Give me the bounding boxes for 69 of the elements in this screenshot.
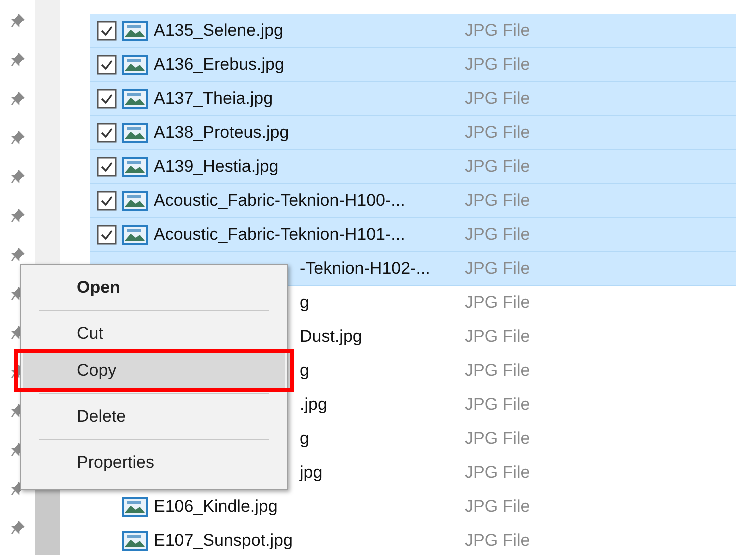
file-name[interactable]: g	[300, 292, 465, 312]
image-file-icon	[122, 54, 148, 74]
file-name[interactable]: E107_Sunspot.jpg	[154, 530, 465, 550]
file-name[interactable]: jpg	[300, 462, 465, 482]
checkbox[interactable]	[97, 190, 117, 210]
checkbox[interactable]	[97, 122, 117, 142]
file-type: JPG File	[465, 428, 530, 448]
file-type: JPG File	[465, 326, 530, 346]
image-file-icon	[122, 190, 148, 210]
menu-item[interactable]: Delete	[23, 398, 285, 435]
file-type: JPG File	[465, 496, 530, 516]
file-row[interactable]: E106_Kindle.jpg JPG File	[90, 490, 736, 524]
file-name[interactable]: g	[300, 360, 465, 380]
selected-row-highlight[interactable]: A139_Hestia.jpg JPG File	[90, 150, 736, 184]
checkbox[interactable]	[97, 20, 117, 40]
pin-icon[interactable]	[10, 248, 24, 262]
file-name[interactable]: Acoustic_Fabric-Teknion-H100-...	[154, 190, 465, 210]
pin-icon[interactable]	[10, 92, 24, 106]
checkbox[interactable]	[97, 224, 117, 244]
selected-row-highlight[interactable]: A137_Theia.jpg JPG File	[90, 82, 736, 116]
image-file-icon	[122, 224, 148, 244]
pin-icon[interactable]	[10, 14, 24, 28]
file-type: JPG File	[465, 462, 530, 482]
file-type: JPG File	[465, 224, 530, 244]
file-name[interactable]: Acoustic_Fabric-Teknion-H101-...	[154, 224, 465, 244]
file-name[interactable]: A136_Erebus.jpg	[154, 54, 465, 74]
pin-icon[interactable]	[10, 170, 24, 184]
selected-row-highlight[interactable]: A136_Erebus.jpg JPG File	[90, 48, 736, 82]
file-name[interactable]: A137_Theia.jpg	[154, 88, 465, 108]
menu-item[interactable]: Copy	[23, 352, 285, 389]
file-type: JPG File	[465, 530, 530, 550]
file-name[interactable]: A139_Hestia.jpg	[154, 156, 465, 176]
file-type: JPG File	[465, 360, 530, 380]
file-name[interactable]: A138_Proteus.jpg	[154, 122, 465, 142]
file-name[interactable]: A135_Selene.jpg	[154, 20, 465, 40]
checkbox[interactable]	[97, 156, 117, 176]
file-type: JPG File	[465, 54, 530, 74]
file-name[interactable]: Dust.jpg	[300, 326, 465, 346]
pin-icon[interactable]	[10, 209, 24, 223]
file-type: JPG File	[465, 394, 530, 414]
file-type: JPG File	[465, 190, 530, 210]
file-name[interactable]: g	[300, 428, 465, 448]
image-file-icon	[122, 88, 148, 108]
pin-icon[interactable]	[10, 131, 24, 145]
menu-item[interactable]: Cut	[23, 315, 285, 352]
file-type: JPG File	[465, 292, 530, 312]
pin-icon[interactable]	[10, 53, 24, 67]
checkbox[interactable]	[97, 88, 117, 108]
file-type: JPG File	[465, 20, 530, 40]
image-file-icon	[122, 20, 148, 40]
file-name[interactable]: .jpg	[300, 394, 465, 414]
file-type: JPG File	[465, 88, 530, 108]
checkbox[interactable]	[97, 54, 117, 74]
file-type: JPG File	[465, 122, 530, 142]
image-file-icon	[122, 496, 148, 516]
selected-row-highlight[interactable]: Acoustic_Fabric-Teknion-H101-... JPG File	[90, 218, 736, 252]
selected-row-highlight[interactable]: Acoustic_Fabric-Teknion-H100-... JPG File	[90, 184, 736, 218]
selected-row-highlight[interactable]: A135_Selene.jpg JPG File	[90, 14, 736, 48]
file-type: JPG File	[465, 156, 530, 176]
file-name[interactable]: E106_Kindle.jpg	[154, 496, 465, 516]
file-name[interactable]: -Teknion-H102-...	[300, 258, 465, 278]
pin-icon[interactable]	[10, 521, 24, 535]
selected-row-highlight[interactable]: A138_Proteus.jpg JPG File	[90, 116, 736, 150]
image-file-icon	[122, 156, 148, 176]
file-type: JPG File	[465, 258, 530, 278]
image-file-icon	[122, 122, 148, 142]
image-file-icon	[122, 530, 148, 550]
file-row[interactable]: E107_Sunspot.jpg JPG File	[90, 524, 736, 555]
menu-item[interactable]: Properties	[23, 444, 285, 481]
